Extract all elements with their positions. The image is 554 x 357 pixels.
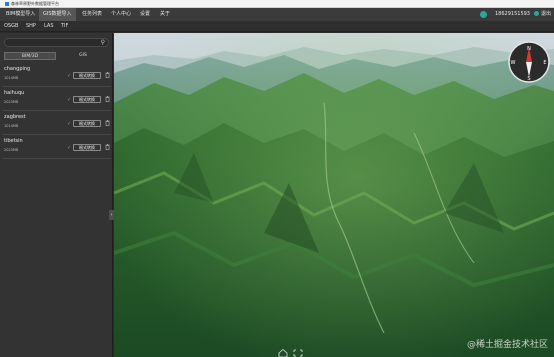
compass-icon[interactable]: N E S W <box>508 41 550 83</box>
format-tif[interactable]: TIF <box>61 21 68 32</box>
menu-settings[interactable]: 设置 <box>136 8 154 21</box>
file-sidebar: ⚲ BIM/3D GIS changping 1014MB ✓ 格式转换 hai… <box>0 33 114 357</box>
format-shp[interactable]: SHP <box>26 21 36 32</box>
home-icon[interactable] <box>278 348 288 357</box>
list-item[interactable]: changping 1014MB ✓ 格式转换 <box>3 65 111 87</box>
file-size: 1014MB <box>4 124 19 128</box>
viewport-tools <box>276 343 306 357</box>
app-title: 森林草原野外数据管理平台 <box>5 0 59 8</box>
file-size: 1014MB <box>4 76 19 80</box>
menu-bar: BIM模型导入 GIS数据导入 任务列表 个人中心 设置 关于 18629151… <box>0 8 554 21</box>
file-name: haihuqu <box>4 90 25 96</box>
menu-bim-import[interactable]: BIM模型导入 <box>2 8 39 21</box>
compass-east-label: E <box>543 60 546 66</box>
convert-button[interactable]: 格式转换 <box>73 120 101 127</box>
tab-bim-3d[interactable]: BIM/3D <box>4 52 56 60</box>
file-size: 2023MB <box>4 148 19 152</box>
file-size: 2023MB <box>4 100 19 104</box>
delete-icon[interactable] <box>105 96 110 102</box>
format-toolbar: OSGB SHP LAS TIF <box>0 21 554 32</box>
check-icon: ✓ <box>67 121 72 127</box>
menu-profile[interactable]: 个人中心 <box>107 8 135 21</box>
app-icon <box>5 2 9 6</box>
tab-gis[interactable]: GIS <box>57 52 109 60</box>
user-phone[interactable]: 18629151593 <box>495 8 530 21</box>
check-icon: ✓ <box>67 145 72 151</box>
file-name: changping <box>4 66 31 72</box>
format-las[interactable]: LAS <box>44 21 54 32</box>
sidebar-tabs: BIM/3D GIS <box>4 52 109 60</box>
terrain-scene <box>114 33 554 357</box>
fullscreen-icon[interactable] <box>293 349 303 357</box>
delete-icon[interactable] <box>105 144 110 150</box>
logout-button[interactable]: 退出 <box>533 8 551 21</box>
format-osgb[interactable]: OSGB <box>4 21 18 32</box>
compass-north-label: N <box>527 46 531 52</box>
search-icon[interactable]: ⚲ <box>101 40 105 46</box>
compass-south-label: S <box>527 76 530 82</box>
convert-button[interactable]: 格式转换 <box>73 72 101 79</box>
list-item[interactable]: tibetsin 2023MB ✓ 格式转换 <box>3 137 111 159</box>
user-avatar-icon[interactable] <box>480 11 487 18</box>
menu-task-list[interactable]: 任务列表 <box>78 8 106 21</box>
logout-label: 退出 <box>540 11 551 17</box>
delete-icon[interactable] <box>105 72 110 78</box>
compass-west-label: W <box>511 60 516 66</box>
list-item[interactable]: haihuqu 2023MB ✓ 格式转换 <box>3 89 111 111</box>
menu-gis-import[interactable]: GIS数据导入 <box>39 8 76 21</box>
list-item[interactable]: zagbrest 1014MB ✓ 格式转换 <box>3 113 111 135</box>
map-3d-viewport[interactable]: N E S W @稀土掘金技术社区 <box>114 33 554 357</box>
file-name: zagbrest <box>4 114 26 120</box>
title-bar: 森林草原野外数据管理平台 <box>0 0 554 8</box>
check-icon: ✓ <box>67 97 72 103</box>
file-name: tibetsin <box>4 138 23 144</box>
check-icon: ✓ <box>67 73 72 79</box>
watermark: @稀土掘金技术社区 <box>466 340 548 350</box>
window-title-text: 森林草原野外数据管理平台 <box>11 1 59 6</box>
convert-button[interactable]: 格式转换 <box>73 96 101 103</box>
delete-icon[interactable] <box>105 120 110 126</box>
menu-about[interactable]: 关于 <box>156 8 174 21</box>
search-input[interactable]: ⚲ <box>4 38 109 47</box>
convert-button[interactable]: 格式转换 <box>73 144 101 151</box>
logout-icon <box>533 11 539 16</box>
